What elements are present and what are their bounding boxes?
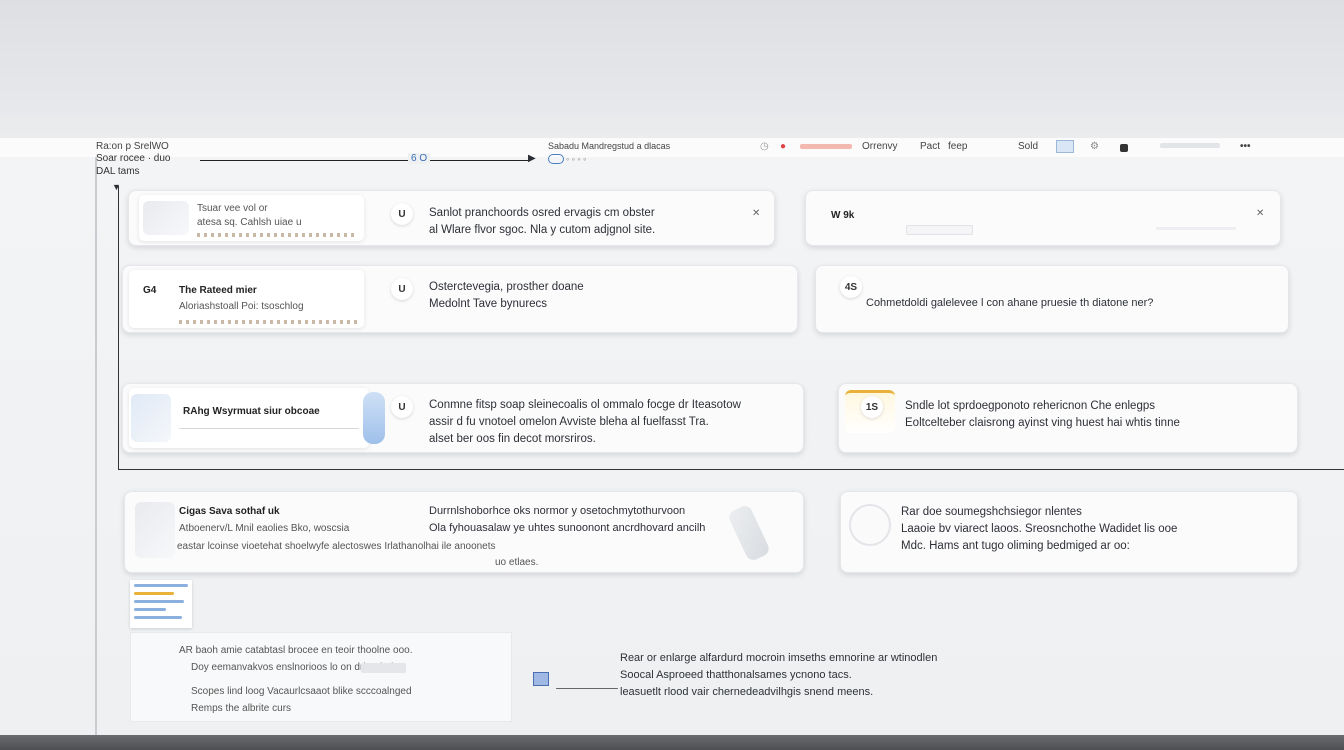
card-5-side: RAhg Wsyrmuat siur obcoae: [129, 388, 369, 448]
card-4-text: Cohmetdoldi galelevee l con ahane pruesi…: [866, 297, 1154, 309]
flow-arrow-midlabel: 6 O: [408, 153, 431, 164]
toolbar-action-1[interactable]: Pact: [920, 141, 940, 152]
card-6-badge: 1S: [861, 396, 883, 418]
card-5-thumbnail: [131, 394, 171, 442]
card-2-title: W 9k: [831, 210, 855, 221]
close-icon[interactable]: ✕: [1256, 208, 1264, 219]
toolbar: Ra:on p SrelWO Sabadu Mandregstud a dlac…: [0, 138, 1344, 158]
card-3-badge: U: [391, 278, 413, 300]
arrow-head-icon: ▶: [528, 153, 536, 164]
doc-line-5: [134, 616, 182, 619]
card-6[interactable]: 1S Sndle lot sprdoegponoto rehericnon Ch…: [838, 383, 1298, 453]
card-7-pen-icon: [726, 503, 772, 563]
card-2-input-bar[interactable]: [906, 225, 973, 235]
doc-line-3: [134, 600, 184, 603]
card-1-side-sub: atesa sq. Cahlsh uiae u: [197, 217, 302, 228]
toolbar-action-2[interactable]: feep: [948, 141, 967, 152]
card-3[interactable]: G4 The Rateed mier Aloriashstoall Poi: t…: [122, 265, 798, 333]
user-icon[interactable]: [1120, 144, 1128, 152]
card-5-badge: U: [391, 396, 413, 418]
timeline-start-icon: ▼: [112, 182, 121, 192]
toolbar-action-3[interactable]: Sold: [1018, 141, 1038, 152]
blank-chip: [1160, 143, 1220, 148]
display-icon[interactable]: [1056, 140, 1074, 153]
document-thumbnail[interactable]: [130, 580, 192, 628]
status-bar-indicator: [800, 144, 852, 149]
footer-note-connector: [556, 688, 618, 689]
card-3-num: G4: [143, 285, 157, 296]
card-7-footnote: eastar lcoinse vioetehat shoelwyfe alect…: [177, 541, 496, 552]
card-4[interactable]: 4S Cohmetdoldi galelevee l con ahane pru…: [815, 265, 1289, 333]
doc-line-1: [134, 584, 188, 587]
bottom-bar: [0, 735, 1344, 750]
card-5-text: Conmne fitsp soap sleinecoalis ol ommalo…: [429, 399, 741, 445]
timeline-base: [118, 469, 1344, 470]
toggle-label: ◦ ◦ ◦ ◦: [566, 154, 587, 164]
footer-item-2[interactable]: Scopes lind loog Vacaurlcsaaot blike scc…: [191, 684, 412, 699]
doc-line-2: [134, 592, 174, 595]
card-5-side-title: RAhg Wsyrmuat siur obcoae: [183, 406, 320, 417]
toolbar-action-0[interactable]: Orrenvy: [862, 141, 898, 152]
window-title: Ra:on p SrelWO: [96, 141, 169, 152]
flow-arrow-line: [200, 160, 530, 161]
card-7-text: Durrnlshoborhce oks normor y osetochmyto…: [429, 505, 706, 534]
toggle-icon[interactable]: [548, 154, 564, 164]
footer-panel: AR baoh amie catabtasl brocee en teoir t…: [130, 632, 512, 722]
card-5-rule: [179, 428, 359, 429]
card-7-side-title: Cigas Sava sothaf uk: [179, 506, 280, 517]
settings-icon[interactable]: ⚙: [1090, 141, 1099, 152]
card-3-side: G4 The Rateed mier Aloriashstoall Poi: t…: [129, 270, 364, 328]
card-7-thumbnail: [135, 502, 175, 558]
card-8-circle-icon: [849, 504, 891, 546]
doc-line-4: [134, 608, 166, 611]
card-8[interactable]: Rar doe soumegshchsiegor nlentes Laaoie b…: [840, 491, 1298, 573]
card-7-footnote-2: uo etlaes.: [495, 557, 539, 568]
card-1-thumbnail: [143, 201, 189, 235]
footer-highlight: [361, 663, 406, 673]
timeline-stem: [118, 186, 119, 470]
left-guide-line: [95, 157, 97, 735]
top-band: [0, 0, 1344, 138]
card-5[interactable]: RAhg Wsyrmuat siur obcoae U Conmne fitsp…: [122, 383, 804, 453]
card-7[interactable]: Cigas Sava sothaf uk Atboenerv/L Mnil ea…: [124, 491, 804, 573]
card-3-side-title: The Rateed mier: [179, 285, 257, 296]
card-1[interactable]: Tsuar vee vol or atesa sq. Cahlsh uiae u…: [128, 190, 775, 246]
footer-item-0[interactable]: AR baoh amie catabtasl brocee en teoir t…: [179, 643, 413, 658]
close-icon[interactable]: ✕: [752, 208, 760, 219]
card-3-side-sub: Aloriashstoall Poi: tsoschlog: [179, 301, 304, 312]
breadcrumb[interactable]: Sabadu Mandregstud a dlacas: [548, 141, 670, 151]
card-1-text: Sanlot pranchoords osred ervagis cm obst…: [429, 207, 656, 236]
record-icon[interactable]: ●: [780, 141, 786, 152]
header-line2: Soar rocee · duo: [96, 153, 171, 164]
card-2[interactable]: W 9k ✕: [805, 190, 1281, 246]
card-1-dots: [197, 233, 357, 237]
card-3-dots: [179, 320, 359, 324]
card-8-text: Rar doe soumegshchsiegor nlentes Laaoie b…: [901, 506, 1178, 552]
refresh-icon[interactable]: ◷: [760, 141, 769, 152]
grid-icon[interactable]: [533, 672, 549, 686]
footer-note: Rear or enlarge alfardurd mocroin imseth…: [620, 652, 938, 698]
footer-item-3[interactable]: Remps the albrite curs: [191, 701, 291, 716]
card-5-blue-tag: [363, 392, 385, 444]
card-3-text: Osterctevegia, prosther doane Medolnt Tav…: [429, 281, 584, 310]
card-1-side-title: Tsuar vee vol or: [197, 203, 268, 214]
card-6-text: Sndle lot sprdoegponoto rehericnon Che e…: [905, 400, 1180, 429]
card-1-badge: U: [391, 203, 413, 225]
card-1-side: Tsuar vee vol or atesa sq. Cahlsh uiae u: [139, 195, 364, 241]
card-7-side-sub: Atboenerv/L Mnil eaolies Bko, woscsia: [179, 523, 350, 534]
header-line3: DAL tams: [96, 166, 140, 177]
card-2-bar-2: [1156, 227, 1236, 230]
more-icon[interactable]: •••: [1240, 141, 1251, 152]
card-4-badge: 4S: [840, 276, 862, 298]
